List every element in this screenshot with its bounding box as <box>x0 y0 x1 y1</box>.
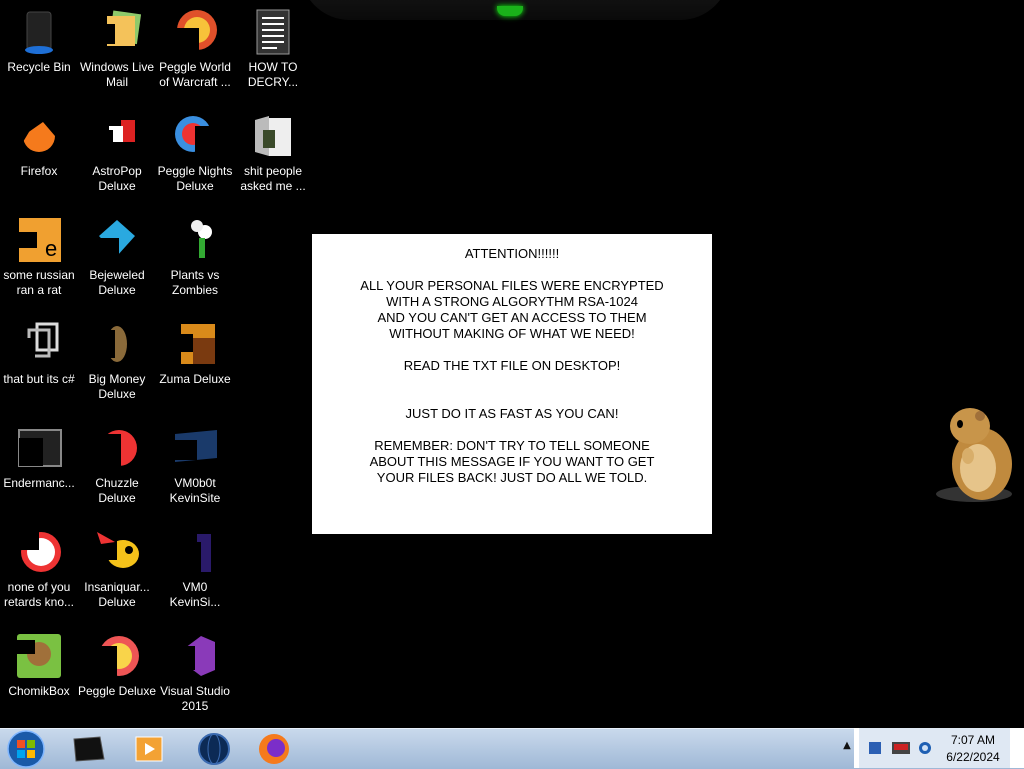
icon-label: Insaniquar... Deluxe <box>84 580 150 609</box>
insaniquarium-icon <box>97 532 139 568</box>
media-player-icon[interactable] <box>122 731 178 767</box>
firefox-icon[interactable] <box>246 731 302 767</box>
gadget-gem-icon <box>497 6 523 16</box>
desktop-icon-plants-vs-zombies[interactable]: Plants vs Zombies <box>156 210 234 310</box>
monitor-icon[interactable] <box>60 731 116 767</box>
exe-icon: e <box>19 218 61 262</box>
vm-icon <box>177 534 211 572</box>
desktop-icon-chuzzle[interactable]: Chuzzle Deluxe <box>78 418 156 518</box>
desktop-icon-insaniquarium[interactable]: Insaniquar... Deluxe <box>78 522 156 622</box>
icon-label: VM0b0t KevinSite <box>169 476 221 505</box>
icon-label: Peggle Nights Deluxe <box>157 164 233 193</box>
icon-label: AstroPop Deluxe <box>92 164 142 193</box>
desktop-icon-vm0b0t[interactable]: VM0b0t KevinSite <box>156 418 234 518</box>
desktop-icon-firefox[interactable]: Firefox <box>0 106 78 206</box>
desktop-icon-how-to-decrypt[interactable]: HOW TO DECRY... <box>234 2 312 102</box>
endermanch-icon <box>18 429 62 467</box>
security-icon[interactable] <box>867 740 883 756</box>
firefox-icon <box>23 122 55 152</box>
icon-label: Visual Studio 2015 <box>160 684 230 713</box>
desktop: Recycle Bin Firefox e some russian ran a… <box>0 0 1024 728</box>
icon-label: VM0 KevinSi... <box>169 580 221 609</box>
windows-start-icon[interactable] <box>5 729 47 769</box>
volume-icon[interactable] <box>917 740 933 756</box>
chomikbox-icon <box>17 634 61 678</box>
icon-label: Recycle Bin <box>7 60 71 74</box>
astropop-icon <box>97 120 135 154</box>
text-file-icon <box>256 9 290 55</box>
desktop-icon-endermanch[interactable]: Endermanc... <box>0 418 78 518</box>
desktop-icon-some-russian[interactable]: e some russian ran a rat <box>0 210 78 310</box>
ransom-message-box: ATTENTION!!!!!! ALL YOUR PERSONAL FILES … <box>312 234 712 534</box>
icon-label: ChomikBox <box>8 684 70 698</box>
desktop-icon-bejeweled[interactable]: Bejeweled Deluxe <box>78 210 156 310</box>
desktop-icon-zuma[interactable]: Zuma Deluxe <box>156 314 234 414</box>
desktop-icon-big-money[interactable]: Big Money Deluxe <box>78 314 156 414</box>
hamster-desktop-pet[interactable] <box>930 398 1020 506</box>
desktop-icon-that-but-its-c[interactable]: that but its c# <box>0 314 78 414</box>
icon-label: Chuzzle Deluxe <box>95 476 139 505</box>
icon-label: Peggle Deluxe <box>77 684 157 698</box>
icon-label: Bejeweled Deluxe <box>89 268 145 297</box>
peggle-wow-icon <box>177 10 217 52</box>
svg-text:e: e <box>45 236 57 261</box>
peggle-deluxe-icon <box>97 636 139 676</box>
bejeweled-icon <box>97 220 135 258</box>
ransom-message-text: ATTENTION!!!!!! ALL YOUR PERSONAL FILES … <box>360 246 664 485</box>
icon-label: some russian ran a rat <box>3 268 75 297</box>
desktop-icon-shit-people-asked[interactable]: shit people asked me ... <box>234 106 312 206</box>
network-icon[interactable] <box>891 740 911 756</box>
peggle-nights-icon <box>175 116 217 156</box>
desktop-icon-recycle-bin[interactable]: Recycle Bin <box>0 2 78 102</box>
big-money-icon <box>97 326 127 362</box>
icon-label: that but its c# <box>3 372 75 386</box>
icon-label: Windows Live Mail <box>79 60 155 89</box>
icon-label: Endermanc... <box>3 476 75 490</box>
icon-label: Firefox <box>20 164 58 178</box>
clock-date[interactable]: 6/22/2024 <box>938 750 1008 764</box>
desktop-icon-astropop[interactable]: AstroPop Deluxe <box>78 106 156 206</box>
icon-label: Big Money Deluxe <box>88 372 146 401</box>
peggle-icon <box>19 532 61 572</box>
mail-icon <box>97 10 141 46</box>
desktop-icon-chomikbox[interactable]: ChomikBox <box>0 626 78 726</box>
folder-icon <box>255 116 291 156</box>
globe-icon[interactable] <box>186 731 242 767</box>
icon-label: Plants vs Zombies <box>170 268 220 297</box>
desktop-icon-visual-studio[interactable]: Visual Studio 2015 <box>156 626 234 726</box>
icon-label: Zuma Deluxe <box>159 372 231 386</box>
clock-time[interactable]: 7:07 AM <box>938 733 1008 747</box>
gadget-widget <box>300 0 730 20</box>
desktop-icon-windows-live-mail[interactable]: Windows Live Mail <box>78 2 156 102</box>
desktop-icon-none-of-you[interactable]: none of you retards kno... <box>0 522 78 622</box>
plants-vs-zombies-icon <box>177 220 212 260</box>
desktop-icon-vm0[interactable]: VM0 KevinSi... <box>156 522 234 622</box>
vm-bot-icon <box>175 430 217 462</box>
icon-label: Peggle World of Warcraft ... <box>159 60 231 89</box>
show-desktop-button[interactable] <box>1010 728 1024 768</box>
icon-label: none of you retards kno... <box>3 580 75 609</box>
recycle-bin-icon <box>25 11 53 54</box>
shortcut-icon <box>19 322 59 358</box>
icon-label: HOW TO DECRY... <box>247 60 299 89</box>
tray-expand-icon[interactable]: ▲ <box>841 740 853 756</box>
desktop-icon-peggle-nights[interactable]: Peggle Nights Deluxe <box>156 106 234 206</box>
desktop-icon-peggle-wow[interactable]: Peggle World of Warcraft ... <box>156 2 234 102</box>
visual-studio-icon <box>177 636 215 676</box>
icon-label: shit people asked me ... <box>240 164 306 193</box>
chuzzle-icon <box>97 430 137 468</box>
desktop-icon-peggle-deluxe[interactable]: Peggle Deluxe <box>78 626 156 726</box>
zuma-icon <box>177 324 215 364</box>
